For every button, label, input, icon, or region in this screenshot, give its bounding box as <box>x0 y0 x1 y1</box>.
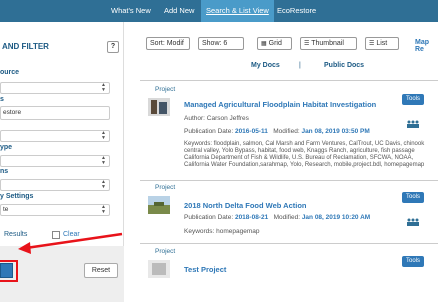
settings-value: te <box>3 206 9 213</box>
grid-label: Grid <box>268 40 282 47</box>
result-card: Project Managed Agricultural Floodplain … <box>140 86 438 180</box>
reset-button[interactable]: Reset <box>84 263 118 278</box>
annotation-arrow <box>18 232 123 254</box>
source-label: ource <box>0 69 20 76</box>
type-select[interactable]: ▲ ▼ <box>0 155 110 167</box>
select-arrows-icon: ▲ ▼ <box>101 155 106 166</box>
publication-date-label: Publication Date: <box>184 214 234 221</box>
publication-date: 2016-05-11 <box>234 128 268 135</box>
select-arrows-icon: ▲ ▼ <box>101 179 106 190</box>
nav-search-list-view[interactable]: Search & List View <box>201 0 274 22</box>
tab-divider: | <box>299 62 301 69</box>
ecorestore-value: estore <box>3 109 22 116</box>
grid-view-button[interactable]: ▦ Grid <box>257 37 292 50</box>
nav-whats-new[interactable]: What's New <box>111 0 151 22</box>
map-results-link[interactable]: Map Re <box>415 39 438 53</box>
settings-select[interactable]: te ▲ ▼ <box>0 204 110 216</box>
result-card: Project Test Project Tools <box>140 248 438 280</box>
people-icon[interactable] <box>406 218 420 226</box>
select-arrows-icon: ▲ ▼ <box>101 130 106 141</box>
thumbnail-icon: ☰ <box>304 41 310 47</box>
field-label: s <box>0 96 4 103</box>
project-type-label: Project <box>155 184 176 191</box>
show-label: Show: 6 <box>202 40 228 47</box>
divider <box>140 80 438 81</box>
tools-button[interactable]: Tools <box>402 192 424 203</box>
tools-button[interactable]: Tools <box>402 256 424 267</box>
tools-button[interactable]: Tools <box>402 94 424 105</box>
list-label: List <box>376 40 388 47</box>
publication-date: 2018-08-21 <box>234 214 269 221</box>
top-nav: What's New Add New Search & List View Ec… <box>0 0 438 22</box>
result-title[interactable]: Test Project <box>184 265 226 274</box>
nav-add-new[interactable]: Add New <box>164 0 194 22</box>
show-select[interactable]: Show: 6 <box>198 37 244 50</box>
list-view-button[interactable]: ☰ List <box>365 37 399 50</box>
list-icon: ☰ <box>369 41 375 47</box>
result-title[interactable]: 2018 North Delta Food Web Action <box>184 201 307 210</box>
divider <box>140 243 438 244</box>
project-type-label: Project <box>155 248 176 255</box>
publication-date-label: Publication Date: <box>184 128 234 135</box>
project-type-label: Project <box>155 86 176 93</box>
thumbnail-view-button[interactable]: ☰ Thumbnail <box>300 37 357 50</box>
divider <box>140 180 438 181</box>
public-docs-tab[interactable]: Public Docs <box>324 62 364 69</box>
project-thumbnail[interactable] <box>148 260 170 278</box>
result-dates: Publication Date: 2018-08-21 Modified: J… <box>184 214 370 221</box>
nav-ecorestore[interactable]: EcoRestore <box>277 0 316 22</box>
type-label: ype <box>0 144 13 151</box>
project-thumbnail[interactable] <box>148 98 170 116</box>
thumbnail-label: Thumbnail <box>311 40 344 47</box>
result-keywords: Keywords: homepagemap <box>184 228 260 235</box>
ns-select[interactable]: ▲ ▼ <box>0 179 110 191</box>
ns-label: ns <box>0 168 9 175</box>
filter-select-3[interactable]: ▲ ▼ <box>0 130 110 142</box>
result-title[interactable]: Managed Agricultural Floodplain Habitat … <box>184 100 376 109</box>
source-select[interactable]: ▲ ▼ <box>0 82 110 94</box>
modified-date: Jan 08, 2019 10:20 AM <box>301 214 371 221</box>
result-keywords: Keywords: floodplain, salmon, Cal Marsh … <box>184 141 426 168</box>
modified-label: Modified: <box>273 214 300 221</box>
sort-select[interactable]: Sort: Modif <box>146 37 190 50</box>
ecorestore-input[interactable]: estore <box>0 106 110 120</box>
help-button[interactable]: ? <box>107 41 119 53</box>
settings-label: y Settings <box>0 193 34 200</box>
result-dates: Publication Date: 2016-05-11 Modified: J… <box>184 128 370 135</box>
modified-date: Jan 08, 2019 03:50 PM <box>301 128 370 135</box>
sort-label: Sort: Modif <box>150 40 184 47</box>
my-docs-tab[interactable]: My Docs <box>251 62 280 69</box>
result-card: Project 2018 North Delta Food Web Action… <box>140 184 438 240</box>
filter-panel-title: AND FILTER <box>2 42 49 51</box>
result-author: Author: Carson Jeffres <box>184 115 249 122</box>
modified-label: Modified: <box>273 128 300 135</box>
annotation-box <box>0 260 18 282</box>
people-icon[interactable] <box>406 120 420 128</box>
select-arrows-icon: ▲ ▼ <box>101 204 106 215</box>
select-arrows-icon: ▲ ▼ <box>101 82 106 93</box>
grid-icon: ▦ <box>261 41 267 47</box>
project-thumbnail[interactable] <box>148 196 170 214</box>
